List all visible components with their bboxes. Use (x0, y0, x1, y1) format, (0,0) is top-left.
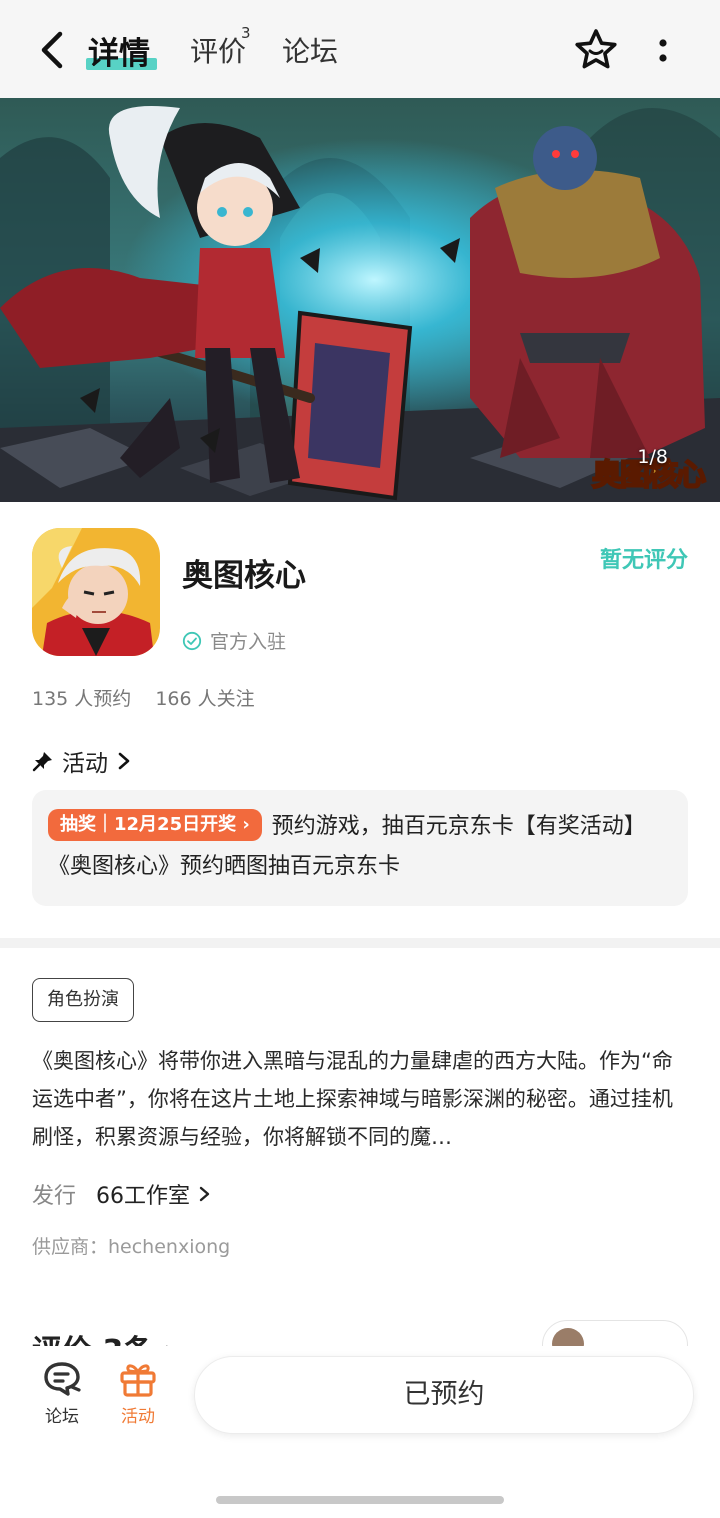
activity-label: 活动 (121, 1407, 155, 1427)
rating-status: 暂无评分 (599, 548, 688, 573)
carousel-page-counter: 1/8 (637, 446, 668, 468)
more-options-icon[interactable] (648, 34, 678, 68)
verified-check-icon (182, 631, 202, 650)
publisher-row[interactable]: 发行 66工作室 (32, 1178, 212, 1210)
activity-card[interactable]: 抽奖｜12月25日开奖 › 预约游戏，抽百元京东卡【有奖活动】《奥图核心》预约晒图… (32, 790, 688, 906)
home-indicator[interactable] (216, 1496, 504, 1504)
official-verified: 官方入驻 (182, 627, 286, 654)
app-title: 奥图核心 (182, 558, 306, 594)
app-icon (32, 528, 160, 656)
section-divider (0, 938, 720, 948)
forum-label: 论坛 (45, 1407, 79, 1427)
banner-artwork (0, 98, 720, 502)
activity-shortcut[interactable]: 活动 (108, 1360, 168, 1427)
reserved-button[interactable]: 已预约 (194, 1356, 694, 1434)
screenshot-carousel[interactable]: 奥图核心 1/8 (0, 98, 720, 502)
genre-tag[interactable]: 角色扮演 (32, 978, 134, 1022)
top-navigation-bar: 详情 评价 3 论坛 (0, 0, 720, 98)
chevron-right-icon (118, 752, 130, 770)
gift-icon (120, 1364, 156, 1397)
favorite-star-icon[interactable] (572, 26, 620, 74)
activity-heading: 活动 (62, 751, 108, 777)
supplier-info: 供应商：hechenxiong (32, 1236, 231, 1258)
app-stats: 135 人预约 166 人关注 (32, 684, 255, 711)
publisher-name-link[interactable]: 66工作室 (96, 1178, 212, 1210)
reservation-count: 135 人预约 (32, 688, 132, 710)
pin-icon (32, 752, 52, 772)
publisher-label: 发行 (32, 1184, 77, 1209)
follower-count: 166 人关注 (155, 688, 255, 710)
forum-chat-icon (44, 1362, 81, 1396)
forum-shortcut[interactable]: 论坛 (32, 1360, 92, 1427)
tab-forum[interactable]: 论坛 (282, 30, 338, 70)
official-label: 官方入驻 (210, 631, 287, 653)
tab-reviews[interactable]: 评价 (190, 30, 246, 70)
activity-section-header[interactable]: 活动 (32, 744, 132, 778)
back-arrow-icon[interactable] (34, 30, 70, 70)
reviews-count-badge: 3 (241, 24, 251, 42)
publisher-name: 66工作室 (96, 1184, 191, 1209)
game-description[interactable]: 《奥图核心》将带你进入黑暗与混乱的力量肆虐的西方大陆。作为“命运选中者”，你将在… (32, 1042, 688, 1156)
chevron-right-icon (199, 1186, 210, 1202)
lottery-tag: 抽奖｜12月25日开奖 › (48, 809, 262, 841)
tab-details[interactable]: 详情 (88, 28, 150, 73)
